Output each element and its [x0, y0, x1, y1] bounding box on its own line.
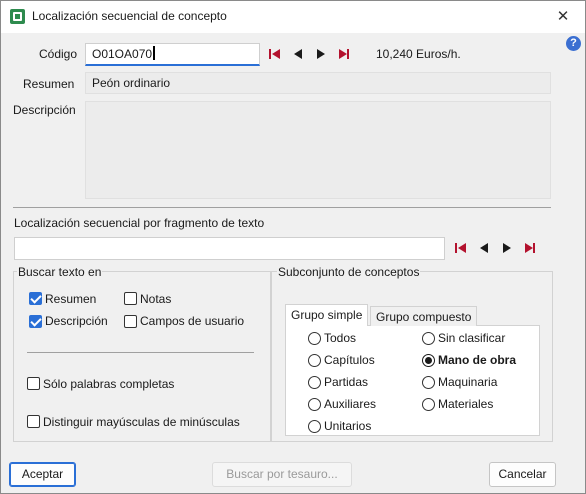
capitulos-radio-label[interactable]: Capítulos: [324, 353, 375, 367]
subconjunto-title: Subconjunto de conceptos: [277, 265, 421, 279]
todos-radio[interactable]: [308, 332, 321, 345]
last-record-icon[interactable]: [337, 46, 351, 62]
window-title: Localización secuencial de concepto: [32, 9, 227, 23]
buscar-tesauro-button[interactable]: Buscar por tesauro...: [212, 462, 352, 487]
distinguir-label[interactable]: Distinguir mayúsculas de minúsculas: [43, 415, 240, 429]
aceptar-button[interactable]: Aceptar: [9, 462, 76, 487]
sin-clasificar-radio[interactable]: [422, 332, 435, 345]
codigo-input[interactable]: O01OA070: [85, 43, 260, 66]
maquinaria-radio-label[interactable]: Maquinaria: [438, 375, 497, 389]
last-match-icon[interactable]: [523, 240, 537, 256]
descripcion-field[interactable]: [85, 101, 551, 199]
materiales-radio[interactable]: [422, 398, 435, 411]
partidas-radio[interactable]: [308, 376, 321, 389]
text-caret: [153, 46, 156, 60]
descripcion-checkbox-label[interactable]: Descripción: [45, 314, 108, 328]
mano-de-obra-radio[interactable]: [422, 354, 435, 367]
buscar-title: Buscar texto en: [17, 265, 103, 279]
campos-usuario-checkbox[interactable]: [124, 315, 137, 328]
partidas-radio-label[interactable]: Partidas: [324, 375, 368, 389]
help-icon[interactable]: ?: [566, 36, 581, 51]
fragment-nav-group: [453, 240, 539, 256]
todos-radio-label[interactable]: Todos: [324, 331, 356, 345]
localizacion-label: Localización secuencial por fragmento de…: [14, 216, 265, 230]
descripcion-label: Descripción: [13, 103, 76, 117]
codigo-nav-group: [267, 46, 353, 62]
notas-checkbox[interactable]: [124, 292, 137, 305]
tab-grupo-simple[interactable]: Grupo simple: [285, 304, 369, 326]
materiales-radio-label[interactable]: Materiales: [438, 397, 493, 411]
localizacion-input[interactable]: [14, 237, 445, 260]
descripcion-checkbox[interactable]: [29, 315, 42, 328]
solo-palabras-label[interactable]: Sólo palabras completas: [43, 377, 174, 391]
buscar-divider: [27, 352, 254, 353]
divider: [13, 207, 551, 208]
title-bar: Localización secuencial de concepto ✕: [1, 1, 585, 33]
app-icon: [10, 9, 25, 24]
resumen-checkbox[interactable]: [29, 292, 42, 305]
campos-usuario-checkbox-label[interactable]: Campos de usuario: [140, 314, 244, 328]
solo-palabras-checkbox[interactable]: [27, 377, 40, 390]
next-record-icon[interactable]: [314, 46, 328, 62]
mano-de-obra-radio-label[interactable]: Mano de obra: [438, 353, 516, 367]
price-text: 10,240 Euros/h.: [376, 47, 461, 61]
tab-grupo-compuesto[interactable]: Grupo compuesto: [370, 306, 478, 326]
resumen-checkbox-label[interactable]: Resumen: [45, 292, 96, 306]
distinguir-checkbox[interactable]: [27, 415, 40, 428]
previous-match-icon[interactable]: [477, 240, 491, 256]
capitulos-radio[interactable]: [308, 354, 321, 367]
notas-checkbox-label[interactable]: Notas: [140, 292, 171, 306]
unitarios-radio[interactable]: [308, 420, 321, 433]
sin-clasificar-radio-label[interactable]: Sin clasificar: [438, 331, 505, 345]
next-match-icon[interactable]: [500, 240, 514, 256]
maquinaria-radio[interactable]: [422, 376, 435, 389]
auxiliares-radio-label[interactable]: Auxiliares: [324, 397, 376, 411]
first-match-icon[interactable]: [453, 240, 467, 256]
previous-record-icon[interactable]: [291, 46, 305, 62]
close-icon[interactable]: ✕: [549, 5, 577, 29]
codigo-label: Código: [39, 47, 78, 61]
first-record-icon[interactable]: [267, 46, 281, 62]
resumen-field[interactable]: Peón ordinario: [85, 72, 551, 94]
auxiliares-radio[interactable]: [308, 398, 321, 411]
dialog-window: Localización secuencial de concepto ✕ ? …: [0, 0, 586, 494]
codigo-value: O01OA070: [92, 47, 153, 61]
cancelar-button[interactable]: Cancelar: [489, 462, 556, 487]
unitarios-radio-label[interactable]: Unitarios: [324, 419, 371, 433]
resumen-label: Resumen: [23, 77, 75, 91]
